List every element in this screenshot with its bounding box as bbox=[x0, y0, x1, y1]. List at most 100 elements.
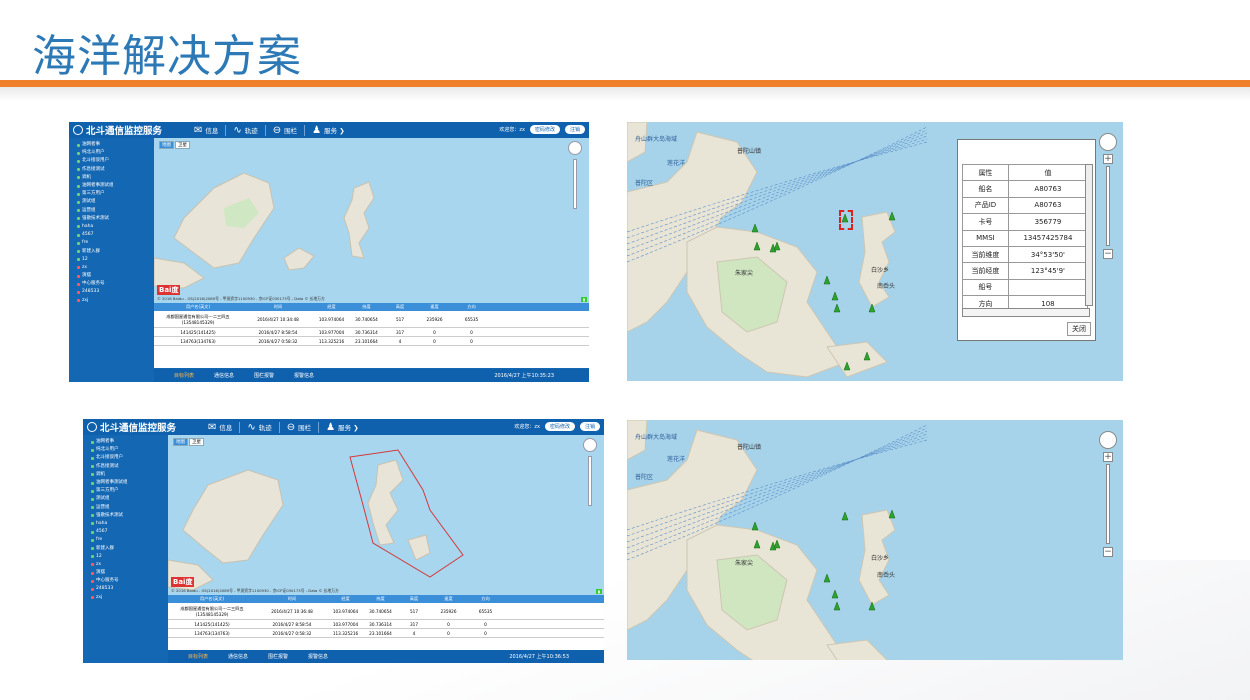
sidebar-group-item[interactable]: 中心服务号 bbox=[77, 280, 152, 288]
tab-map[interactable]: 地图 bbox=[173, 438, 188, 446]
logout-button[interactable]: 注销 bbox=[564, 125, 585, 134]
sidebar-group-item[interactable]: 作息接测试 bbox=[77, 166, 152, 174]
info-horizontal-scrollbar[interactable] bbox=[962, 308, 1090, 317]
sidebar-group-item[interactable]: 第三方用户 bbox=[91, 487, 166, 495]
ship-marker[interactable] bbox=[751, 521, 759, 531]
pan-control[interactable] bbox=[1099, 133, 1117, 151]
zoom-out-button[interactable]: − bbox=[1103, 249, 1113, 259]
column-header[interactable]: 速度 bbox=[430, 596, 467, 602]
ship-marker[interactable] bbox=[831, 589, 839, 599]
sidebar-group-item[interactable]: 油网者事 bbox=[77, 141, 152, 149]
selected-ship-marker[interactable] bbox=[839, 210, 853, 230]
logout-button[interactable]: 注销 bbox=[579, 422, 600, 431]
close-button[interactable]: 关闭 bbox=[1067, 322, 1091, 336]
zoom-out-button[interactable]: − bbox=[1103, 547, 1113, 557]
sidebar-group-item[interactable]: 纯北斗用户 bbox=[77, 149, 152, 157]
pan-control[interactable] bbox=[1099, 431, 1117, 449]
table-row[interactable]: 成都国星通信有限公司---二三四五 (13548145329) 2016/4/27… bbox=[168, 603, 604, 620]
column-header[interactable]: 速度 bbox=[416, 304, 453, 310]
zoom-in-button[interactable]: + bbox=[1103, 452, 1113, 462]
sidebar-group-item[interactable]: 新建入群 bbox=[91, 544, 166, 552]
menu-track[interactable]: ∿ 轨迹 bbox=[226, 124, 266, 136]
sidebar-group-item[interactable]: 248533 bbox=[77, 288, 152, 296]
menu-service[interactable]: ♟ 服务 ❯ bbox=[319, 422, 365, 433]
column-header[interactable]: 方向 bbox=[453, 304, 490, 310]
sidebar-group-item[interactable]: 新建入群 bbox=[77, 247, 152, 255]
sidebar-group-item[interactable]: zx bbox=[77, 264, 152, 272]
column-header[interactable]: 方向 bbox=[467, 596, 504, 602]
zoom-slider[interactable] bbox=[1106, 464, 1110, 544]
pan-control[interactable] bbox=[583, 438, 597, 452]
table-row[interactable]: 成都国星通信有限公司---二三四五 (13548145329) 2016/4/27… bbox=[154, 311, 589, 328]
sidebar-group-item[interactable]: haha bbox=[77, 223, 152, 231]
tab-target-list[interactable]: 目标列表 bbox=[174, 372, 194, 379]
menu-messages[interactable]: ✉ 信息 bbox=[187, 124, 227, 136]
sidebar-group-item[interactable]: 演摆 bbox=[91, 569, 166, 577]
column-header[interactable]: 时间 bbox=[242, 304, 314, 310]
sidebar-group-item[interactable]: zxj bbox=[77, 297, 152, 305]
change-password-button[interactable]: 密码修改 bbox=[529, 125, 560, 134]
ship-marker[interactable] bbox=[751, 223, 759, 233]
sidebar-group-item[interactable]: 248533 bbox=[91, 585, 166, 593]
sidebar-group-item[interactable]: 运营组 bbox=[77, 207, 152, 215]
column-header[interactable]: 纬度 bbox=[363, 596, 398, 602]
zoom-slider[interactable] bbox=[573, 159, 577, 209]
sidebar-group-item[interactable]: 测试组 bbox=[91, 495, 166, 503]
sea-map-screenshot-2[interactable]: 舟山群大岛海域 普陀山镇 普陀区 朱家尖 白沙乡 莲花洋 南岙头 + − bbox=[627, 420, 1123, 660]
sidebar-group-item[interactable]: 演摆 bbox=[77, 272, 152, 280]
menu-fence[interactable]: ⊖ 围栏 bbox=[266, 124, 306, 136]
tab-alarm-info[interactable]: 报警信息 bbox=[308, 653, 328, 660]
table-row[interactable]: 141425(141425) 2016/4/27 8:58:54 103.97700… bbox=[168, 620, 604, 629]
column-header[interactable]: 高度 bbox=[384, 304, 416, 310]
ship-marker[interactable] bbox=[888, 211, 896, 221]
sidebar-group-item[interactable]: 测试组 bbox=[77, 198, 152, 206]
table-row[interactable]: 141425(141425) 2016/4/27 8:58:54 103.97700… bbox=[154, 328, 589, 337]
map-view[interactable]: 地图 卫星 Bai度 © 2016 Baidu - GS(2016)2089号 … bbox=[168, 435, 604, 595]
ship-marker[interactable] bbox=[823, 275, 831, 285]
menu-messages[interactable]: ✉ 信息 bbox=[201, 421, 241, 433]
column-header[interactable]: 经度 bbox=[328, 596, 363, 602]
tab-target-list[interactable]: 目标列表 bbox=[188, 653, 208, 660]
sidebar-group-item[interactable]: 作息接测试 bbox=[91, 463, 166, 471]
pan-control[interactable] bbox=[568, 141, 582, 155]
sidebar-group-item[interactable]: 中心服务号 bbox=[91, 577, 166, 585]
tab-satellite[interactable]: 卫星 bbox=[189, 438, 204, 446]
menu-track[interactable]: ∿ 轨迹 bbox=[240, 421, 280, 433]
sidebar-group-item[interactable]: zx bbox=[91, 561, 166, 569]
sidebar-group-item[interactable]: 强散技术测试 bbox=[77, 215, 152, 223]
sidebar-group-item[interactable]: 4567 bbox=[91, 528, 166, 536]
column-header[interactable]: 时间 bbox=[256, 596, 328, 602]
table-row[interactable]: 134763(134763) 2016/4/27 0:58:32 113.32521… bbox=[168, 629, 604, 638]
info-vertical-scrollbar[interactable] bbox=[1085, 164, 1093, 306]
column-header[interactable]: 用户名(英文) bbox=[168, 596, 256, 602]
change-password-button[interactable]: 密码修改 bbox=[544, 422, 575, 431]
sidebar-group-item[interactable]: 纯北斗用户 bbox=[91, 446, 166, 454]
sidebar-group-item[interactable]: 北斗接驳用户 bbox=[91, 454, 166, 462]
menu-service[interactable]: ♟ 服务 ❯ bbox=[305, 125, 351, 136]
ship-marker[interactable] bbox=[833, 303, 841, 313]
zoom-slider[interactable] bbox=[588, 456, 592, 506]
sidebar-group-item[interactable]: haha bbox=[91, 520, 166, 528]
tab-comm-info[interactable]: 通信信息 bbox=[228, 653, 248, 660]
sidebar-group-item[interactable]: 油网者事测试组 bbox=[77, 182, 152, 190]
menu-fence[interactable]: ⊖ 围栏 bbox=[280, 421, 320, 433]
ship-marker[interactable] bbox=[888, 509, 896, 519]
tab-fence-alarm[interactable]: 围栏报警 bbox=[268, 653, 288, 660]
ship-marker[interactable] bbox=[831, 291, 839, 301]
tab-alarm-info[interactable]: 报警信息 bbox=[294, 372, 314, 379]
sidebar-group-item[interactable]: 第三方用户 bbox=[77, 190, 152, 198]
sidebar-group-item[interactable]: fre bbox=[77, 239, 152, 247]
column-header[interactable]: 高度 bbox=[398, 596, 430, 602]
tab-comm-info[interactable]: 通信信息 bbox=[214, 372, 234, 379]
sea-map-screenshot-1[interactable]: 舟山群大岛海域 普陀山镇 普陀区 朱家尖 白沙乡 莲花洋 南岙头 属性值船名 A8… bbox=[627, 122, 1123, 381]
ship-marker[interactable] bbox=[841, 511, 849, 521]
table-row[interactable]: 134763(134763) 2016/4/27 0:58:32 113.32521… bbox=[154, 337, 589, 346]
column-header[interactable]: 纬度 bbox=[349, 304, 384, 310]
sidebar-group-item[interactable]: 12 bbox=[91, 553, 166, 561]
sidebar-group-item[interactable]: 4567 bbox=[77, 231, 152, 239]
sidebar-group-item[interactable]: 12 bbox=[77, 256, 152, 264]
sidebar-group-item[interactable]: 北斗接驳用户 bbox=[77, 157, 152, 165]
sidebar-group-item[interactable]: zxj bbox=[91, 594, 166, 602]
tab-fence-alarm[interactable]: 围栏报警 bbox=[254, 372, 274, 379]
sidebar-group-item[interactable]: 油网者事 bbox=[91, 438, 166, 446]
